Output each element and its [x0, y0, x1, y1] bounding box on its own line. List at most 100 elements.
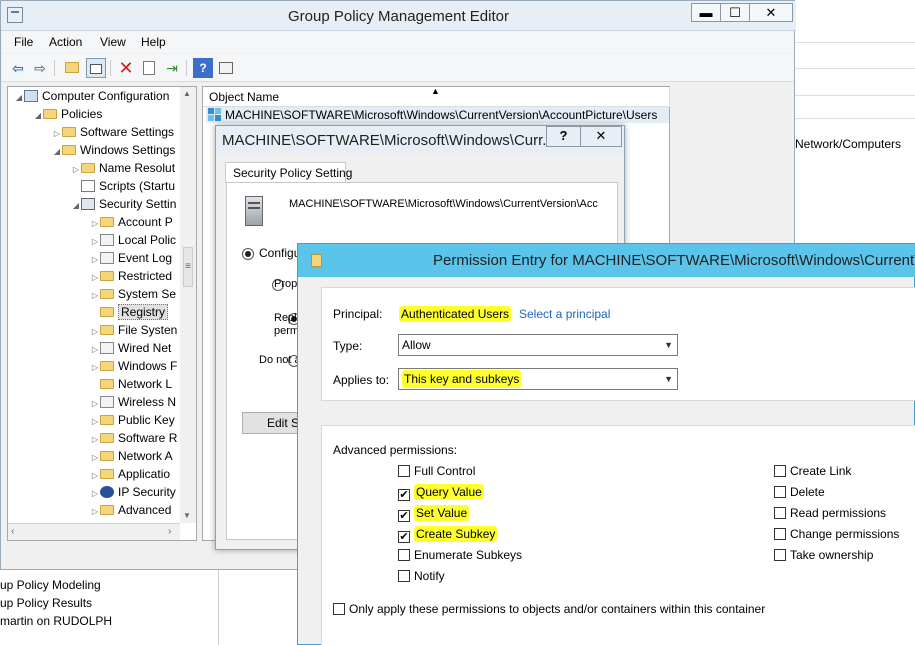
permission-checkbox[interactable]	[398, 465, 410, 477]
folder-icon	[100, 469, 114, 479]
permission-checkbox[interactable]: ✔	[398, 510, 410, 522]
folder-icon	[81, 163, 95, 173]
tree-item[interactable]: ◢ Computer Configuration	[8, 87, 196, 105]
maximize-button[interactable]: ☐	[720, 3, 750, 22]
type-select[interactable]: Allow ▼	[398, 334, 678, 356]
applies-to-select[interactable]: This key and subkeys ▼	[398, 368, 678, 390]
delete-icon[interactable]: ✕	[116, 58, 136, 78]
tree-item[interactable]: ◢ Windows Settings	[8, 141, 196, 159]
permission-checkbox[interactable]	[774, 549, 786, 561]
permission-row[interactable]: Take ownership	[774, 545, 915, 566]
export-list-icon[interactable]: ⇥	[162, 58, 182, 78]
permission-checkbox[interactable]	[398, 570, 410, 582]
permission-checkbox[interactable]	[774, 528, 786, 540]
folder-icon	[100, 289, 114, 299]
tree-item-label: Policies	[61, 107, 103, 121]
expand-arrow-icon[interactable]: ▷	[90, 503, 100, 521]
tree-item[interactable]: ◢ Security Settin	[8, 195, 196, 213]
script-icon	[81, 180, 95, 192]
tree-item[interactable]: ◢ Policies	[8, 105, 196, 123]
permission-row[interactable]: Create Link	[774, 461, 915, 482]
permission-label: Query Value	[414, 484, 484, 500]
tree-item[interactable]: Scripts (Startu	[8, 177, 196, 195]
tree-item[interactable]: ▷ Local Polic	[8, 231, 196, 249]
bottom-item[interactable]: up Policy Results	[0, 596, 92, 610]
help-icon[interactable]: ?	[193, 58, 213, 78]
tree-item[interactable]: Network L	[8, 375, 196, 393]
tree-item[interactable]: ▷ Restricted	[8, 267, 196, 285]
permission-checkbox[interactable]: ✔	[398, 489, 410, 501]
tree-item[interactable]: ▷ Event Log	[8, 249, 196, 267]
permission-row[interactable]: Notify	[398, 566, 618, 587]
minimize-button[interactable]: ▬	[691, 3, 721, 22]
close-button[interactable]: ✕	[749, 3, 793, 22]
tree-item[interactable]: ▷ Public Key	[8, 411, 196, 429]
tree-item[interactable]: ▷ File Systen	[8, 321, 196, 339]
sort-ascending-icon: ▲	[431, 86, 440, 96]
back-icon[interactable]: ⇦	[8, 58, 28, 78]
only-apply-checkbox-row[interactable]: Only apply these permissions to objects …	[333, 599, 765, 620]
tree-item[interactable]: ▷ Wireless N	[8, 393, 196, 411]
permission-row[interactable]: ✔ Query Value	[398, 482, 618, 503]
background-divider	[795, 68, 915, 69]
tree-item[interactable]: ▷ System Se	[8, 285, 196, 303]
only-apply-checkbox[interactable]	[333, 603, 345, 615]
permission-row[interactable]: ✔ Create Subkey	[398, 524, 618, 545]
expand-arrow-icon[interactable]: ◢	[14, 89, 24, 107]
list-row-label: MACHINE\SOFTWARE\Microsoft\Windows\Curre…	[225, 108, 658, 122]
scroll-left-arrow-icon[interactable]: ‹	[11, 526, 14, 537]
show-hide-tree-icon[interactable]	[86, 58, 106, 78]
tree-item[interactable]: ▷ Windows F	[8, 357, 196, 375]
permission-row[interactable]: ✔ Set Value	[398, 503, 618, 524]
close-button[interactable]: ✕	[580, 126, 622, 147]
help-button[interactable]: ?	[546, 126, 581, 147]
scrollbar-thumb[interactable]: ≡	[183, 247, 193, 287]
tree-item[interactable]: ▷ Network A	[8, 447, 196, 465]
bottom-item[interactable]: up Policy Modeling	[0, 578, 101, 592]
tree-horizontal-scrollbar[interactable]: ‹ ›	[8, 523, 180, 540]
column-header-object-name[interactable]: Object Name ▲	[203, 86, 670, 107]
permission-row[interactable]: Change permissions	[774, 524, 915, 545]
tree-item[interactable]: Registry	[8, 303, 196, 321]
permission-checkbox[interactable]	[774, 486, 786, 498]
permission-checkbox[interactable]: ✔	[398, 531, 410, 543]
bottom-item[interactable]: martin on RUDOLPH	[0, 614, 112, 628]
properties-icon[interactable]	[139, 58, 159, 78]
tree-item[interactable]: ▷ Wired Net	[8, 339, 196, 357]
toolbar: ⇦ ⇨ ✕ ⇥ ?	[2, 54, 794, 82]
expand-arrow-icon[interactable]: ◢	[71, 197, 81, 215]
permission-row[interactable]: Delete	[774, 482, 915, 503]
expand-arrow-icon[interactable]: ◢	[33, 107, 43, 125]
tree-item[interactable]: ▷ Account P	[8, 213, 196, 231]
window-title: Group Policy Management Editor	[288, 8, 509, 25]
permission-row[interactable]: Full Control	[398, 461, 618, 482]
menu-view[interactable]: View	[100, 35, 126, 49]
show-action-pane-icon[interactable]	[216, 58, 236, 78]
tree-item[interactable]: ▷ Software Settings	[8, 123, 196, 141]
permission-row[interactable]: Enumerate Subkeys	[398, 545, 618, 566]
scroll-right-arrow-icon[interactable]: ›	[168, 526, 171, 537]
permission-checkbox[interactable]	[774, 507, 786, 519]
tree-vertical-scrollbar[interactable]: ▲ ≡ ▼	[180, 87, 196, 523]
up-folder-icon[interactable]	[62, 58, 82, 78]
scroll-up-arrow-icon[interactable]: ▲	[183, 89, 191, 98]
select-principal-link[interactable]: Select a principal	[519, 307, 610, 321]
expand-arrow-icon[interactable]: ◢	[52, 143, 62, 161]
permission-checkbox[interactable]	[398, 549, 410, 561]
forward-icon[interactable]: ⇨	[30, 58, 50, 78]
tab-security-policy-setting[interactable]: Security Policy Setting	[225, 162, 352, 183]
tree-item[interactable]: ▷ IP Security	[8, 483, 196, 501]
list-row[interactable]: MACHINE\SOFTWARE\Microsoft\Windows\Curre…	[206, 107, 669, 123]
tree-item[interactable]: ▷ Name Resolut	[8, 159, 196, 177]
tree-item[interactable]: ▷ Software R	[8, 429, 196, 447]
permission-checkbox[interactable]	[774, 465, 786, 477]
configure-radio[interactable]	[242, 248, 254, 260]
permission-row[interactable]: Read permissions	[774, 503, 915, 524]
scroll-down-arrow-icon[interactable]: ▼	[183, 511, 191, 520]
tree-item[interactable]: ▷ Advanced	[8, 501, 196, 519]
tree-item[interactable]: ▷ Applicatio	[8, 465, 196, 483]
menu-file[interactable]: File	[14, 35, 33, 49]
menu-action[interactable]: Action	[49, 35, 82, 49]
security-icon	[81, 198, 95, 210]
menu-help[interactable]: Help	[141, 35, 166, 49]
